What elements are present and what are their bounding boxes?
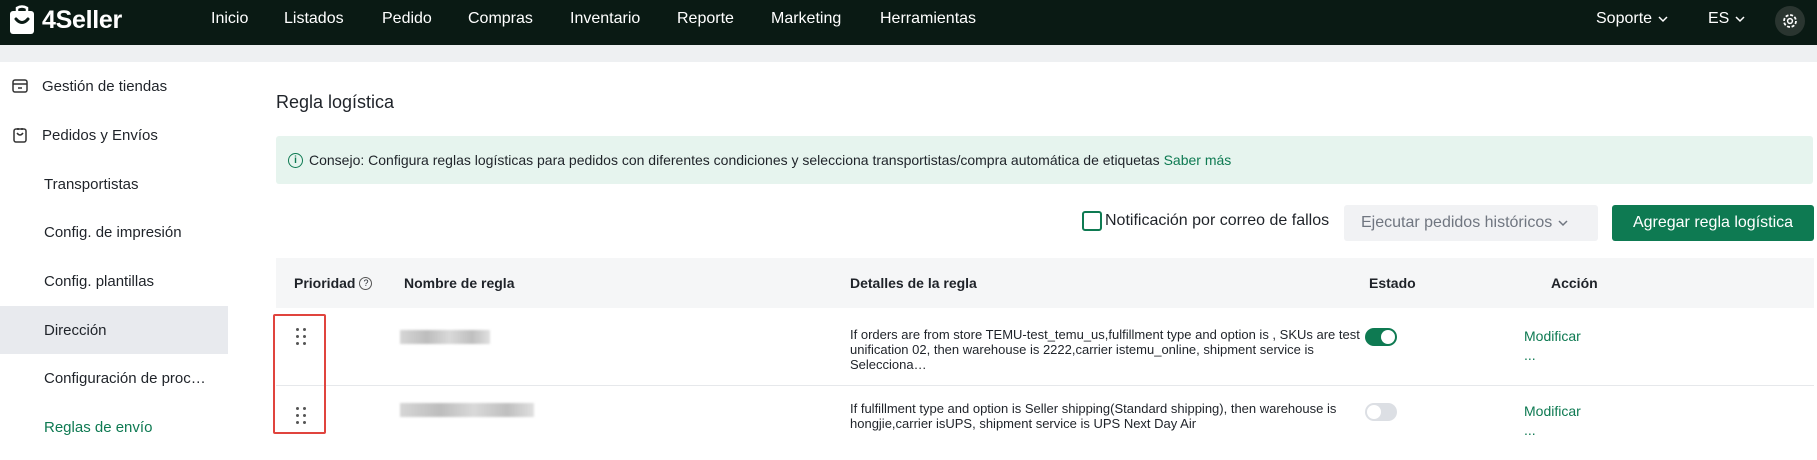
nav-herramientas[interactable]: Herramientas <box>880 10 976 28</box>
column-rule-name: Nombre de regla <box>404 275 515 291</box>
sidebar-item-orders-shipping[interactable]: Pedidos y Envíos <box>0 111 228 159</box>
sidebar-item-label: Config. de impresión <box>44 223 182 241</box>
table-row: If fulfillment type and option is Seller… <box>276 387 1814 460</box>
more-actions-link[interactable]: ... <box>1524 421 1581 440</box>
column-status: Estado <box>1369 275 1416 291</box>
tip-text: Consejo: Configura reglas logísticas par… <box>309 152 1160 168</box>
rule-details: If orders are from store TEMU-test_temu_… <box>850 327 1360 372</box>
toggle-knob <box>1367 405 1381 419</box>
email-notification-label: Notificación por correo de fallos <box>1105 212 1330 229</box>
help-icon[interactable]: ? <box>359 276 373 290</box>
nav-compras[interactable]: Compras <box>468 10 533 28</box>
sidebar-item-carriers[interactable]: Transportistas <box>0 160 228 208</box>
nav-inicio[interactable]: Inicio <box>211 10 248 28</box>
support-label: Soporte <box>1596 10 1653 27</box>
chevron-down-icon <box>1558 220 1568 227</box>
sidebar-item-label: Config. plantillas <box>44 272 155 290</box>
table-row: If orders are from store TEMU-test_temu_… <box>276 308 1814 386</box>
sidebar-item-label: Reglas de envío <box>44 418 153 436</box>
blurred-rule-name <box>400 330 490 344</box>
language-menu[interactable]: ES <box>1708 10 1745 28</box>
run-historical-orders-dropdown[interactable]: Ejecutar pedidos históricos <box>1344 205 1598 241</box>
blurred-rule-name <box>400 403 534 417</box>
highlight-box <box>273 314 326 434</box>
sidebar-item-templates[interactable]: Config. plantillas <box>0 257 228 305</box>
learn-more-link[interactable]: Saber más <box>1164 152 1232 168</box>
nav-listados[interactable]: Listados <box>284 10 344 28</box>
row-actions: Modificar ... <box>1524 402 1581 440</box>
sidebar-item-process-config[interactable]: Configuración de proc… <box>0 354 228 402</box>
logo[interactable]: 4Seller <box>8 5 122 35</box>
bag-logo-icon <box>8 5 36 35</box>
sidebar-item-print-settings[interactable]: Config. de impresión <box>0 208 228 256</box>
sidebar-item-label: Pedidos y Envíos <box>42 126 158 144</box>
sidebar-item-label: Configuración de proc… <box>44 369 206 387</box>
column-rule-details: Detalles de la regla <box>850 275 977 291</box>
language-label: ES <box>1708 10 1730 27</box>
sidebar: Gestión de tiendas Pedidos y Envíos Tran… <box>0 62 240 460</box>
nav-reporte[interactable]: Reporte <box>677 10 734 28</box>
column-priority: Prioridad ? <box>294 275 373 291</box>
email-notification-checkbox[interactable]: Notificación por correo de fallos <box>1082 211 1329 231</box>
chevron-down-icon <box>1658 16 1668 23</box>
nav-inventario[interactable]: Inventario <box>570 10 640 28</box>
support-menu[interactable]: Soporte <box>1596 10 1668 28</box>
sidebar-item-address[interactable]: Dirección <box>0 306 228 354</box>
page-title: Regla logística <box>276 92 395 112</box>
main-content: Regla logística i Consejo: Configura reg… <box>240 62 1817 460</box>
modify-link[interactable]: Modificar <box>1524 402 1581 421</box>
gear-icon[interactable] <box>1775 6 1805 36</box>
sidebar-item-store-management[interactable]: Gestión de tiendas <box>0 62 228 110</box>
rule-details: If fulfillment type and option is Seller… <box>850 401 1337 431</box>
brand-name: 4Seller <box>42 5 122 34</box>
table-header: Prioridad ? Nombre de regla Detalles de … <box>276 258 1814 308</box>
more-actions-link[interactable]: ... <box>1524 346 1581 365</box>
checkbox-box[interactable] <box>1082 211 1102 231</box>
status-toggle[interactable] <box>1365 403 1397 421</box>
toggle-knob <box>1381 330 1395 344</box>
info-icon: i <box>288 152 303 168</box>
chevron-down-icon <box>1735 16 1745 23</box>
sidebar-item-label: Gestión de tiendas <box>42 77 168 95</box>
store-icon <box>10 76 30 96</box>
order-icon <box>10 125 30 145</box>
status-toggle[interactable] <box>1365 328 1397 346</box>
column-header-label: Prioridad <box>294 275 356 291</box>
sidebar-item-label: Transportistas <box>44 175 139 193</box>
nav-marketing[interactable]: Marketing <box>771 10 841 28</box>
top-navigation-bar: 4Seller Inicio Listados Pedido Compras I… <box>0 0 1817 45</box>
tip-banner: i Consejo: Configura reglas logísticas p… <box>276 136 1813 184</box>
dropdown-label: Ejecutar pedidos históricos <box>1361 214 1553 231</box>
nav-pedido[interactable]: Pedido <box>382 10 432 28</box>
modify-link[interactable]: Modificar <box>1524 327 1581 346</box>
sidebar-item-label: Dirección <box>44 321 107 339</box>
add-logistics-rule-button[interactable]: Agregar regla logística <box>1612 205 1814 241</box>
row-actions: Modificar ... <box>1524 327 1581 365</box>
sidebar-item-shipping-rules[interactable]: Reglas de envío <box>0 403 228 451</box>
column-action: Acción <box>1551 275 1598 291</box>
